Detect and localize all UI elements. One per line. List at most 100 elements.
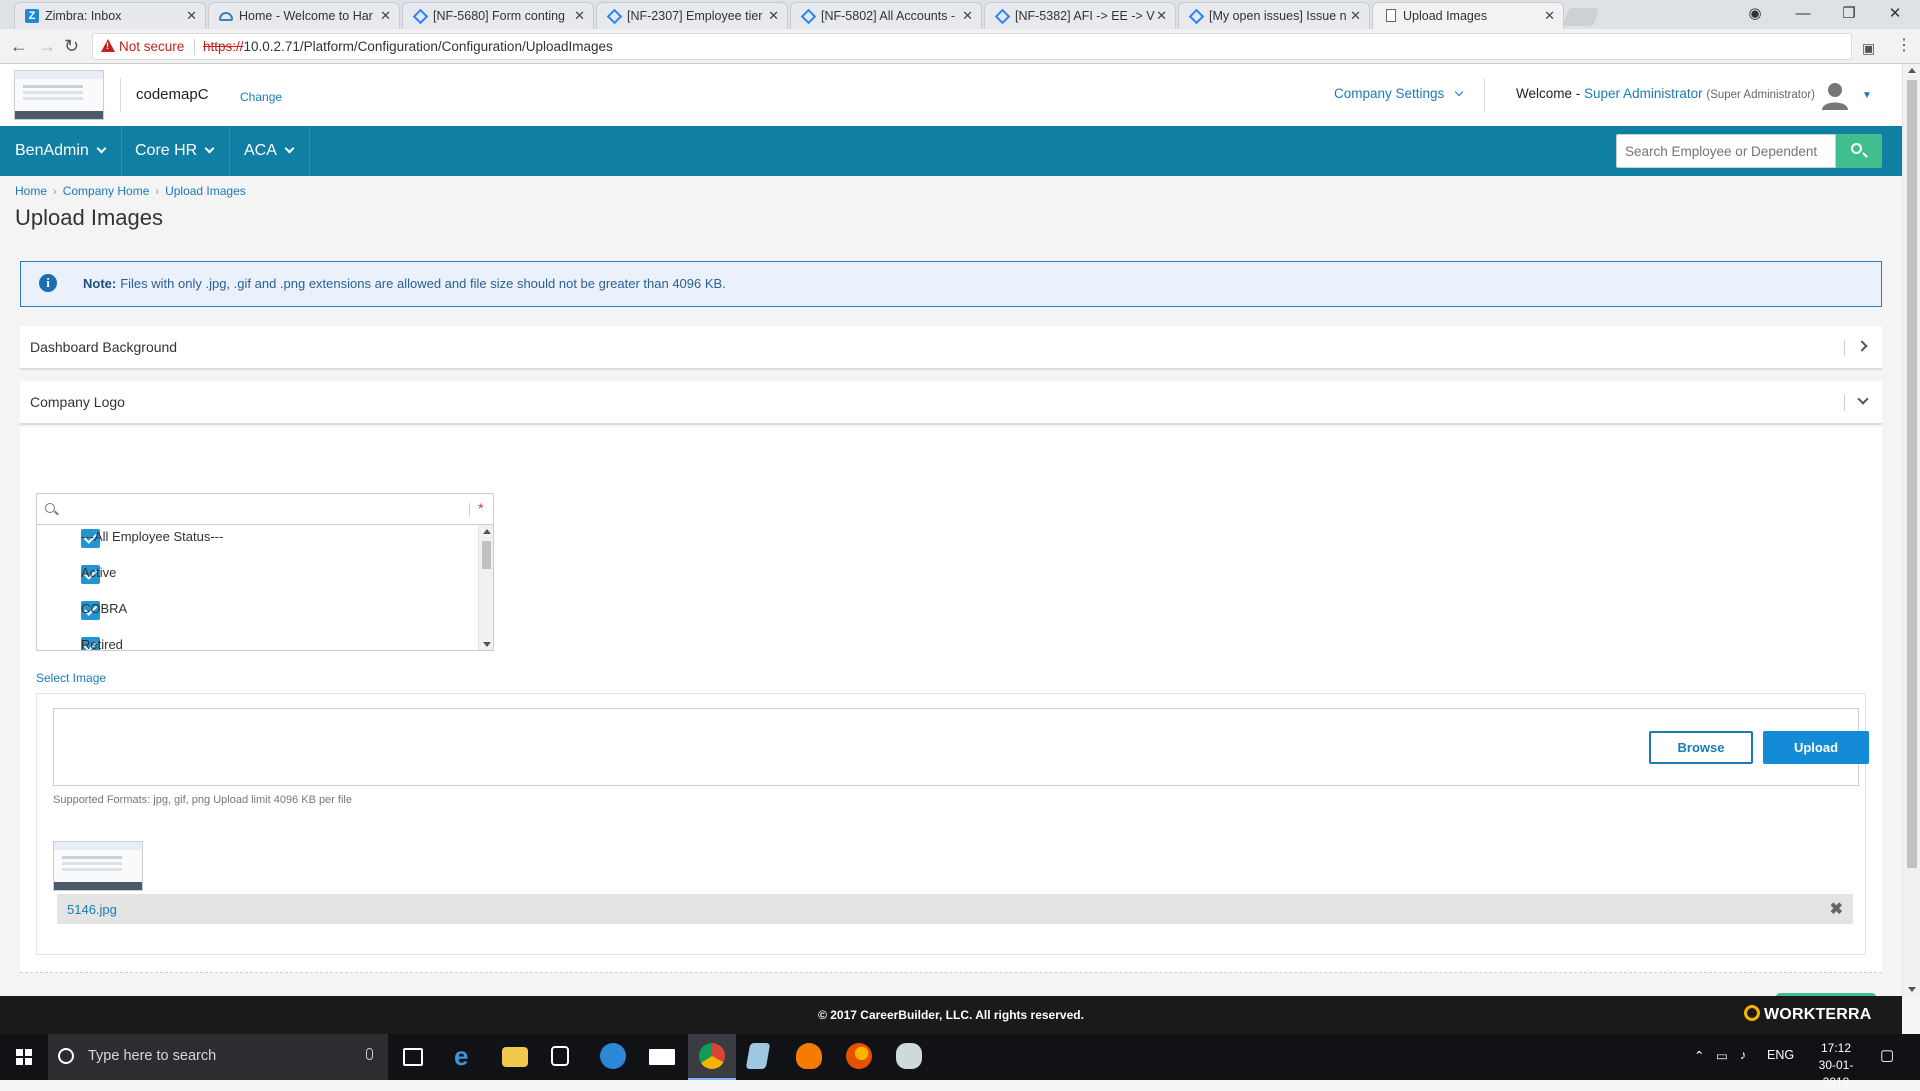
browser-tab-zimbra[interactable]: Z Zimbra: Inbox ✕ [14,2,206,29]
nav-core-hr[interactable]: Core HR [120,126,231,176]
chevron-right-icon[interactable] [1856,340,1868,352]
file-drop-zone[interactable]: Browse Upload [53,708,1869,786]
company-logo-section[interactable]: Company Logo [20,381,1882,425]
scroll-thumb[interactable] [1907,80,1917,868]
messenger-icon[interactable] [600,1043,626,1069]
breadcrumb-home[interactable]: Home [15,184,47,198]
user-menu-caret-icon[interactable]: ▼ [1862,90,1872,101]
profile-icon[interactable]: ◉ [1732,0,1778,29]
breadcrumb-upload-images[interactable]: Upload Images [165,184,246,198]
user-name-link[interactable]: Super Administrator [1584,86,1703,101]
volume-icon[interactable]: ♪ [1740,1048,1746,1062]
browser-tab-nf-5680[interactable]: [NF-5680] Form conting ✕ [402,2,594,29]
zimbra-icon: Z [25,9,39,23]
windows-start-icon[interactable] [16,1049,32,1065]
breadcrumb-separator-icon: › [53,186,57,198]
select-image-label: Select Image [36,671,107,685]
workterra-logo-icon [1744,1005,1760,1021]
close-tab-icon[interactable]: ✕ [768,3,779,29]
search-button[interactable] [1836,134,1882,168]
reload-icon[interactable]: ↻ [64,36,79,56]
edge-browser-icon[interactable]: e [454,1043,480,1069]
note-text: Files with only .jpg, .gif and .png exte… [120,276,726,291]
url-text: https://10.0.2.71/Platform/Configuration… [203,39,613,54]
restore-icon[interactable]: ❐ [1826,0,1872,29]
store-icon[interactable] [551,1046,569,1066]
forward-icon[interactable]: → [38,36,56,56]
tray-expand-icon[interactable]: ⌃ [1694,1048,1704,1063]
browser-tab-nf-5382[interactable]: [NF-5382] AFI -> EE -> V ✕ [984,2,1176,29]
language-indicator[interactable]: ENG [1767,1048,1794,1062]
browser-tab-nf-2307[interactable]: [NF-2307] Employee tier ✕ [596,2,788,29]
close-tab-icon[interactable]: ✕ [1544,3,1555,29]
notifications-icon[interactable]: ▢ [1880,1046,1894,1064]
close-tab-icon[interactable]: ✕ [380,3,391,29]
nav-aca[interactable]: ACA [229,126,310,176]
employee-search-input[interactable] [1616,134,1836,168]
close-tab-icon[interactable]: ✕ [962,3,973,29]
notes-icon[interactable] [745,1043,771,1069]
clock-date: 30-01-2018 [1818,1058,1854,1089]
breadcrumb-company-home[interactable]: Company Home [63,184,150,198]
browser-tab-upload-images[interactable]: Upload Images ✕ [1372,2,1564,30]
close-tab-icon[interactable]: ✕ [186,3,197,29]
security-status[interactable]: Not secure [119,34,184,59]
page-footer: © 2017 CareerBuilder, LLC. All rights re… [0,996,1902,1034]
warning-icon [101,39,115,52]
section-divider [1844,395,1845,411]
scroll-up-icon[interactable] [1908,68,1916,73]
chevron-down-icon[interactable] [1857,393,1869,405]
close-tab-icon[interactable]: ✕ [1350,3,1361,29]
user-avatar-icon[interactable] [1820,80,1850,110]
address-bar[interactable]: Not secure https://10.0.2.71/Platform/Co… [92,33,1852,60]
uploaded-file-link[interactable]: 5146.jpg [67,902,117,917]
paint-icon[interactable] [896,1043,922,1069]
taskbar-search-placeholder: Type here to search [88,1048,217,1064]
chrome-icon[interactable] [699,1043,725,1069]
company-settings-menu[interactable]: Company Settings [1334,86,1464,101]
page-scrollbar[interactable] [1902,64,1920,996]
file-explorer-icon[interactable] [502,1047,528,1067]
taskbar-search[interactable]: Type here to search [48,1034,388,1080]
mail-icon[interactable] [649,1049,675,1065]
upload-button[interactable]: Upload [1763,731,1869,764]
note-label: Note: [83,276,117,291]
employee-status-list: ---All Employee Status--- Active COBRA R… [36,525,494,651]
list-scrollbar[interactable] [478,525,493,650]
remove-file-icon[interactable]: ✖ [1830,899,1843,919]
welcome-text: Welcome - Super Administrator (Super Adm… [1516,86,1816,101]
scroll-thumb[interactable] [482,541,491,569]
browser-tab-my-open-issues[interactable]: [My open issues] Issue n ✕ [1178,2,1370,29]
scroll-down-icon[interactable] [1908,987,1916,992]
browser-tab-nf-5802[interactable]: [NF-5802] All Accounts - ✕ [790,2,982,29]
flame-app-icon[interactable] [796,1043,822,1069]
minimize-icon[interactable]: — [1780,0,1826,29]
change-company-link[interactable]: Change [240,90,282,104]
dashboard-background-section[interactable]: Dashboard Background [20,326,1882,370]
browse-button[interactable]: Browse [1649,731,1753,764]
new-tab-button[interactable] [1563,8,1599,26]
search-icon [1851,143,1862,154]
close-window-icon[interactable]: ✕ [1872,0,1918,29]
close-tab-icon[interactable]: ✕ [1156,3,1167,29]
app-header: codemapC Change Company Settings Welcome… [0,64,1902,126]
nav-benadmin[interactable]: BenAdmin [0,126,122,176]
employee-status-search[interactable]: * [36,493,494,525]
task-view-icon[interactable] [403,1048,423,1066]
scroll-down-icon[interactable] [483,642,491,647]
browser-menu-icon[interactable]: ⋮ [1896,36,1912,56]
firefox-icon[interactable] [846,1043,872,1069]
scroll-up-icon[interactable] [483,529,491,534]
jira-icon [606,8,623,25]
back-icon[interactable]: ← [10,36,28,56]
microphone-icon[interactable] [366,1048,373,1060]
supported-formats-text: Supported Formats: jpg, gif, png Upload … [53,794,352,806]
confluence-icon [219,12,233,21]
taskbar-clock[interactable]: 17:12 30-01-2018 [1808,1040,1864,1091]
company-logo-image[interactable] [14,70,104,120]
network-icon[interactable]: ▭ [1716,1048,1728,1063]
browser-tab-confluence[interactable]: Home - Welcome to Har ✕ [208,2,400,29]
header-divider [1484,78,1485,112]
close-tab-icon[interactable]: ✕ [574,3,585,29]
extension-icon[interactable]: ▣ [1862,38,1875,58]
